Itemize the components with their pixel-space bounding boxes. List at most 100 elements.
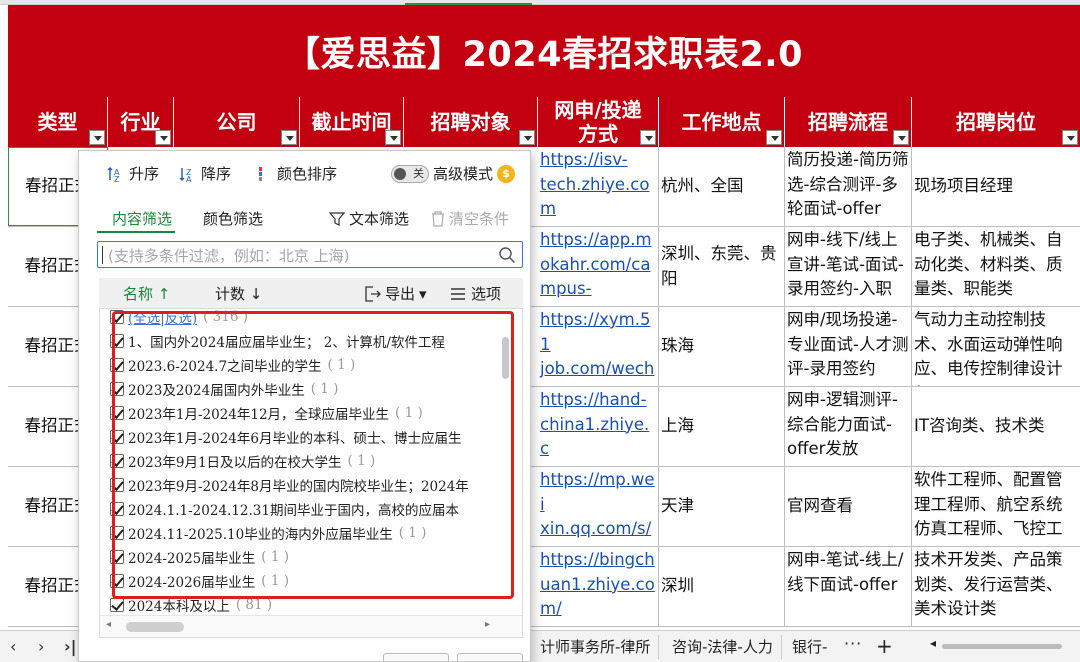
scroll-left-icon[interactable]: ◂ [930,636,936,650]
next-sheet-icon[interactable]: › [38,637,44,656]
header-type[interactable]: 类型 [8,97,108,147]
cancel-button[interactable] [457,653,523,661]
header-location[interactable]: 工作地点 [659,97,785,147]
cell-link[interactable]: https://app.m okahr.com/ca mpus- [538,227,659,306]
text-filter-button[interactable]: 文本筛选 [329,208,409,229]
cell-link[interactable]: https://xym.51job.com/wechat/vuectmjobs [538,307,659,386]
apply-link[interactable]: https://mp.weixin.qq.com/s/bHLTo1Q66ta [540,470,655,546]
cell-location[interactable]: 杭州、全国 [659,147,785,226]
cell-location[interactable]: 深圳、东莞、贵阳 [659,227,785,306]
toggle-switch[interactable]: 关 [391,164,429,183]
list-item[interactable]: 2024-2025届毕业生( 1 ) [110,545,289,569]
filter-dropdown-icon[interactable] [155,130,171,145]
checkbox[interactable] [110,574,124,588]
cell-location[interactable]: 深圳 [659,547,785,626]
list-horizontal-scrollbar[interactable]: ◂ ▸ [100,615,522,637]
checkbox[interactable] [110,526,124,540]
sort-by-name[interactable]: 名称 ↑ [123,283,170,304]
cell-link[interactable]: https://bingch uan1.zhiye.co m/ [538,547,659,626]
confirm-button[interactable] [383,653,449,661]
cell-process[interactable]: 网申-逻辑测评-综合能力面试-offer发放 [785,387,912,466]
apply-link[interactable]: https://hand-china1.zhiye.com/ [540,390,649,466]
cell-positions[interactable]: 现场项目经理 [912,147,1080,226]
checkbox[interactable] [110,550,124,564]
scroll-left-icon[interactable]: ◂ [106,619,111,630]
cell-positions[interactable]: 技术开发类、产品策划类、发行运营类、美术设计类 [912,547,1080,626]
sheet-tab[interactable]: 咨询-法律-人力 [664,635,782,659]
checkbox[interactable] [110,358,124,372]
checkbox[interactable] [110,478,124,492]
clear-conditions-button[interactable]: 清空条件 [431,208,509,229]
filter-dropdown-icon[interactable] [385,130,401,145]
list-item[interactable]: 2023年1月-2024年12月，全球应届毕业生( 1 ) [110,401,423,425]
checkbox[interactable] [110,382,124,396]
sort-by-count[interactable]: 计数 ↓ [215,283,262,304]
checkbox[interactable] [110,406,124,420]
header-apply-method[interactable]: 网申/投递方式 [538,97,659,147]
apply-link[interactable]: https://isv-tech.zhiye.com/Campus [540,150,649,226]
cell-location[interactable]: 珠海 [659,307,785,386]
tab-color-filter[interactable]: 颜色筛选 [203,208,263,229]
cell-link[interactable]: https://hand-china1.zhiye.com/ [538,387,659,466]
checkbox[interactable] [110,310,124,324]
cell-positions[interactable]: 电子类、机械类、自动化类、材料类、质量类、职能类 [912,227,1080,306]
header-company[interactable]: 公司 [174,97,300,147]
list-item[interactable]: 2023年1月-2024年6月毕业的本科、硕士、博士应届生 [110,425,467,449]
last-sheet-icon[interactable]: ›| [64,637,76,656]
header-deadline[interactable]: 截止时间 [300,97,404,147]
cell-process[interactable]: 官网查看 [785,467,912,546]
checkbox[interactable] [110,598,124,612]
list-item-select-all[interactable]: (全选|反选)( 316 ) [110,309,248,329]
header-positions[interactable]: 招聘岗位 [912,97,1080,147]
header-process[interactable]: 招聘流程 [785,97,912,147]
horizontal-scrollbar[interactable]: ◂ [930,636,1070,654]
list-item[interactable]: 1、国内外2024届应届毕业生； 2、计算机/软件工程 [110,329,451,353]
filter-dropdown-icon[interactable] [640,130,656,145]
list-item[interactable]: 2024.1.1-2024.12.31期间毕业于国内，高校的应届本 [110,497,465,521]
cell-process[interactable]: 网申-笔试-线上/线下面试-offer [785,547,912,626]
color-sort-button[interactable]: 颜色排序 [255,163,337,184]
cell-process[interactable]: 简历投递-简历筛选-综合测评-多轮面试-offer [785,147,912,226]
cell-link[interactable]: https://isv-tech.zhiye.com/Campus [538,147,659,226]
cell-positions[interactable]: 气动力主动控制技术、水面运动弹性响应、电传控制律设计与 [912,307,1080,386]
list-item[interactable]: 2024-2026届毕业生( 1 ) [110,569,289,593]
cell-positions[interactable]: 软件工程师、配置管理工程师、航空系统仿真工程师、飞控工 [912,467,1080,546]
checkbox[interactable] [110,502,124,516]
apply-link[interactable]: https://app.m okahr.com/ca mpus- [540,230,652,298]
options-button[interactable]: 选项 [449,283,501,304]
filter-dropdown-icon[interactable] [89,130,105,145]
checkbox[interactable] [110,430,124,444]
cell-positions[interactable]: IT咨询类、技术类 [912,387,1080,466]
list-vertical-scrollbar[interactable] [500,317,510,617]
list-item[interactable]: 2024.11-2025.10毕业的海内外应届毕业生( 1 ) [110,521,426,545]
sort-desc-button[interactable]: ZA 降序 [179,163,231,184]
header-target[interactable]: 招聘对象 [404,97,538,147]
search-icon[interactable] [498,246,516,264]
apply-link[interactable]: https://xym.51job.com/wechat/vuectmjobs [540,310,654,386]
prev-sheet-icon[interactable]: ‹ [10,637,16,656]
tab-content-filter[interactable]: 内容筛选 [112,208,172,229]
cell-process[interactable]: 网申/现场投递-专业面试-人才测评-录用签约 [785,307,912,386]
filter-dropdown-icon[interactable] [1062,130,1078,145]
header-industry[interactable]: 行业 [108,97,174,147]
filter-search-input[interactable]: (支持多条件过滤，例如：北京 上海) [97,241,523,268]
cell-process[interactable]: 网申-线下/线上宣讲-笔试-面试-录用签约-入职 [785,227,912,306]
list-item[interactable]: 2023及2024届国内外毕业生( 1 ) [110,377,338,401]
scroll-right-icon[interactable]: ▸ [485,619,490,630]
list-item[interactable]: 2023年9月-2024年8月毕业的国内院校毕业生；2024年 [110,473,475,497]
filter-dropdown-icon[interactable] [281,130,297,145]
list-item[interactable]: 2024本科及以上( 81 ) [110,593,272,617]
export-button[interactable]: 导出 ▾ [363,283,427,304]
list-item[interactable]: 2023年9月1日及以后的在校大学生( 1 ) [110,449,375,473]
sheet-tab[interactable]: 计师事务所-律所 [532,635,660,659]
list-item[interactable]: 2023.6-2024.7之间毕业的学生( 1 ) [110,353,355,377]
sort-asc-button[interactable]: AZ 升序 [107,163,159,184]
filter-dropdown-icon[interactable] [519,130,535,145]
advanced-mode-toggle[interactable]: 关 高级模式 $ [391,163,516,184]
filter-dropdown-icon[interactable] [766,130,782,145]
apply-link[interactable]: https://bingch uan1.zhiye.co m/ [540,550,655,618]
cell-location[interactable]: 上海 [659,387,785,466]
more-sheets-icon[interactable]: ··· [844,634,862,653]
cell-location[interactable]: 天津 [659,467,785,546]
add-sheet-icon[interactable]: + [876,634,893,658]
